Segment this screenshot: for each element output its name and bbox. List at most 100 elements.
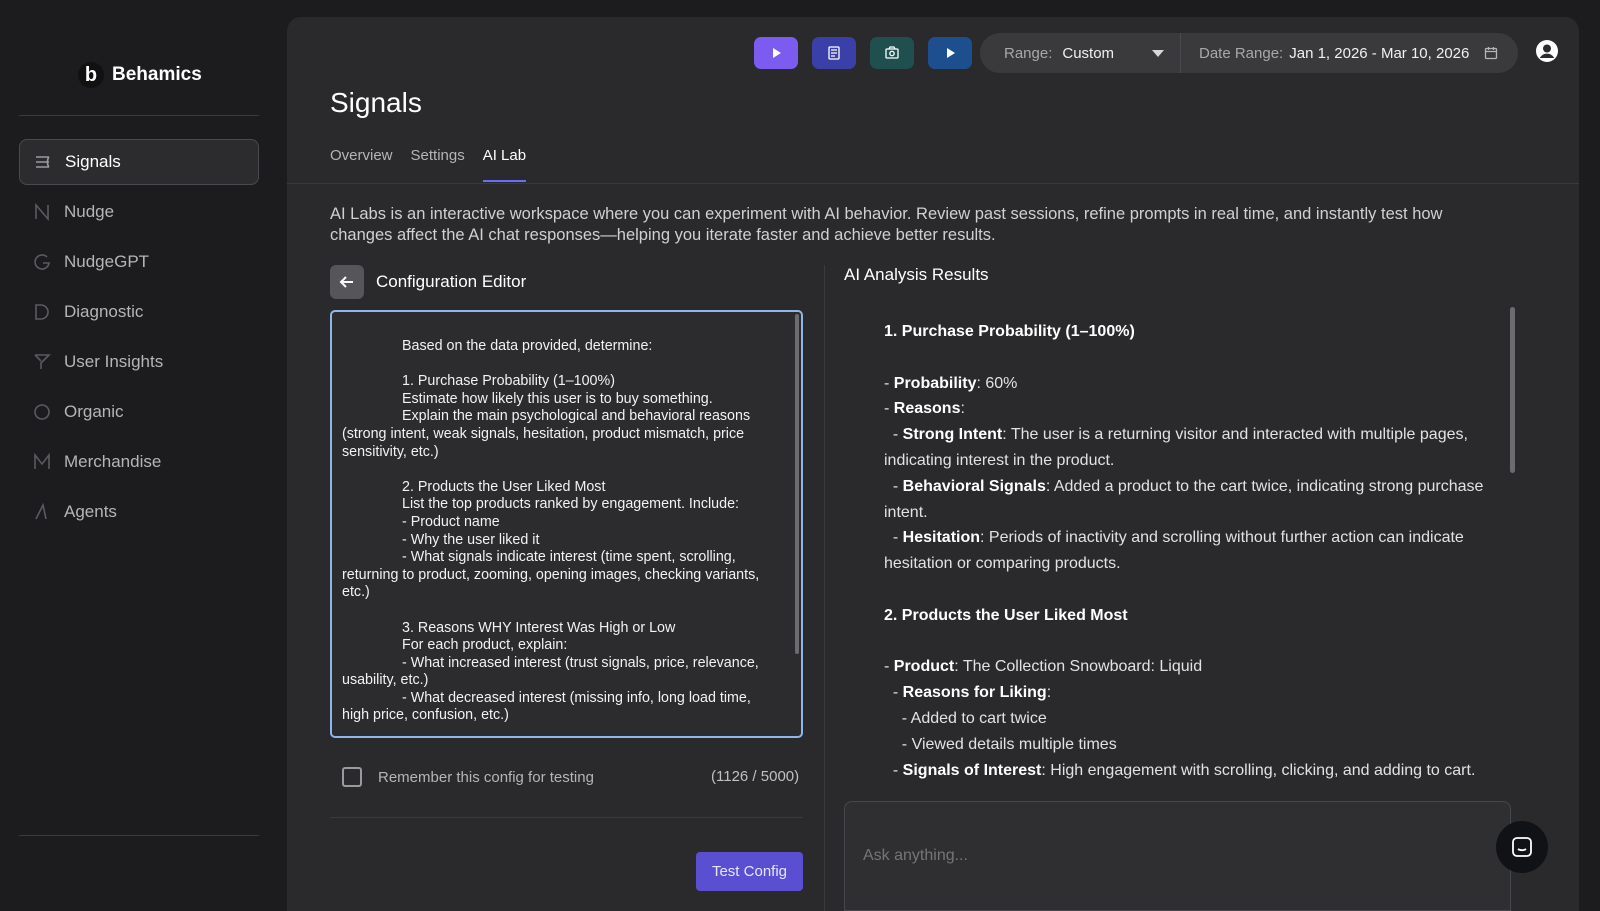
result-line-key: Signals of Interest	[902, 761, 1042, 779]
brand-name: Behamics	[112, 64, 202, 85]
remember-label: Remember this config for testing	[378, 768, 594, 786]
editor-line: Based on the data provided, determine:	[402, 338, 653, 354]
result-line-prefix: -	[884, 529, 903, 547]
ask-input[interactable]	[844, 801, 1511, 911]
editor-line: Estimate how likely this user is to buy …	[402, 390, 713, 407]
result-line-text: Added to cart twice	[910, 709, 1047, 727]
chevron-down-icon	[1152, 50, 1164, 57]
result-line	[884, 345, 1484, 371]
snapshot-button[interactable]	[870, 37, 914, 69]
result-line: - Strong Intent: The user is a returning…	[884, 422, 1484, 474]
sidebar: b Behamics Signals Nudge NudgeGPT Diagno…	[0, 0, 280, 911]
editor-line: - What decreased interest (missing info,…	[402, 689, 751, 706]
date-range-label: Date Range:	[1199, 44, 1284, 62]
date-range-picker[interactable]: Date Range: Jan 1, 2026 - Mar 10, 2026	[1181, 45, 1499, 62]
result-line: - Probability: 60%	[884, 371, 1484, 397]
result-line: - Added to cart twice	[884, 706, 1484, 732]
nudge-icon	[35, 202, 49, 222]
result-line	[884, 577, 1484, 603]
logs-button[interactable]	[812, 37, 856, 69]
brand-logo: b	[78, 62, 104, 88]
character-counter: (1126 / 5000)	[711, 768, 800, 785]
results-title: AI Analysis Results	[844, 265, 989, 284]
result-line-key: Behavioral Signals	[902, 477, 1046, 495]
sidebar-item-nudgegpt[interactable]: NudgeGPT	[19, 239, 259, 285]
result-line-prefix: -	[884, 735, 912, 753]
date-range-value: Jan 1, 2026 - Mar 10, 2026	[1289, 44, 1470, 62]
sidebar-divider-bottom	[19, 835, 259, 836]
result-line-text: :	[1046, 684, 1052, 702]
result-line	[884, 629, 1484, 655]
sidebar-item-signals[interactable]: Signals	[19, 139, 259, 185]
arrow-left-icon	[339, 276, 353, 288]
result-line-text: :	[960, 400, 965, 418]
sidebar-item-label: Organic	[64, 402, 124, 421]
sidebar-item-user-insights[interactable]: User Insights	[19, 339, 259, 385]
tab-ai-lab[interactable]: AI Lab	[482, 147, 527, 182]
result-line-text: : The Collection Snowboard: Liquid	[954, 658, 1203, 676]
sidebar-nav: Signals Nudge NudgeGPT Diagnostic User I…	[19, 139, 259, 539]
document-icon	[828, 46, 840, 60]
sidebar-item-merchandise[interactable]: Merchandise	[19, 439, 259, 485]
back-button[interactable]	[330, 265, 364, 299]
config-editor-header: Configuration Editor	[330, 265, 526, 299]
result-line-text: : 60%	[976, 374, 1018, 392]
result-line-key: 1. Purchase Probability (1–100%)	[884, 323, 1135, 340]
result-line-prefix: -	[884, 400, 894, 418]
page-scrollbar-track	[1579, 0, 1600, 911]
sidebar-item-diagnostic[interactable]: Diagnostic	[19, 289, 259, 335]
sidebar-item-organic[interactable]: Organic	[19, 389, 259, 435]
sidebar-item-label: Signals	[65, 152, 121, 171]
result-line-key: Probability	[893, 374, 977, 392]
result-line-key: 2. Products the User Liked Most	[884, 606, 1128, 624]
calendar-icon	[1485, 47, 1498, 60]
test-config-button[interactable]: Test Config	[696, 852, 803, 891]
result-line: - Hesitation: Periods of inactivity and …	[884, 525, 1484, 577]
result-line-text: Viewed details multiple times	[911, 735, 1117, 753]
play-icon	[947, 48, 955, 58]
sidebar-item-label: User Insights	[64, 352, 164, 371]
play-button[interactable]	[928, 37, 972, 69]
result-line: - Signals of Interest: High engagement w…	[884, 758, 1484, 784]
result-line: - Reasons for Liking:	[884, 680, 1484, 706]
result-line-prefix: -	[884, 374, 894, 392]
result-line-prefix: -	[884, 426, 903, 444]
result-line: 2. Products the User Liked Most	[884, 603, 1484, 629]
tabs-divider	[287, 183, 1579, 184]
brand[interactable]: b Behamics	[78, 62, 202, 88]
editor-line: List the top products ranked by engageme…	[402, 496, 739, 513]
result-line-prefix: -	[884, 684, 903, 702]
remember-config: Remember this config for testing	[342, 767, 594, 787]
editor-line: - Why the user liked it	[402, 531, 540, 548]
chat-launcher-button[interactable]	[1496, 821, 1548, 873]
range-selector: Range: Custom Date Range: Jan 1, 2026 - …	[980, 33, 1518, 73]
sidebar-item-label: Nudge	[64, 202, 115, 221]
intro-text: AI Labs is an interactive workspace wher…	[330, 205, 1443, 244]
account-icon[interactable]	[1535, 39, 1559, 63]
tab-overview[interactable]: Overview	[330, 147, 393, 182]
result-line-text: : High engagement with scrolling, clicki…	[1041, 761, 1476, 779]
result-line-prefix: -	[884, 477, 903, 495]
sidebar-item-label: NudgeGPT	[64, 252, 150, 271]
result-line: - Viewed details multiple times	[884, 732, 1484, 758]
editor-line: usability, etc.)	[342, 672, 429, 689]
tab-bar: Overview Settings AI Lab	[330, 147, 527, 182]
editor-scrollbar[interactable]	[795, 314, 799, 654]
range-dropdown[interactable]: Range: Custom	[980, 33, 1180, 73]
sidebar-item-nudge[interactable]: Nudge	[19, 189, 259, 235]
results-scrollbar[interactable]	[1510, 307, 1515, 473]
tab-settings[interactable]: Settings	[411, 147, 465, 182]
editor-line: For each product, explain:	[402, 637, 568, 654]
run-button[interactable]	[754, 37, 798, 69]
remember-checkbox[interactable]	[342, 767, 362, 787]
result-line-key: Reasons	[893, 400, 961, 418]
config-textarea[interactable]: Based on the data provided, determine: 1.…	[330, 310, 803, 738]
editor-line: 1. Purchase Probability (1–100%)	[402, 373, 615, 390]
result-line-prefix: -	[884, 761, 903, 779]
sidebar-item-agents[interactable]: Agents	[19, 489, 259, 535]
nudgegpt-icon	[34, 254, 50, 270]
sidebar-item-label: Merchandise	[64, 452, 162, 471]
result-line-prefix: -	[884, 658, 894, 676]
